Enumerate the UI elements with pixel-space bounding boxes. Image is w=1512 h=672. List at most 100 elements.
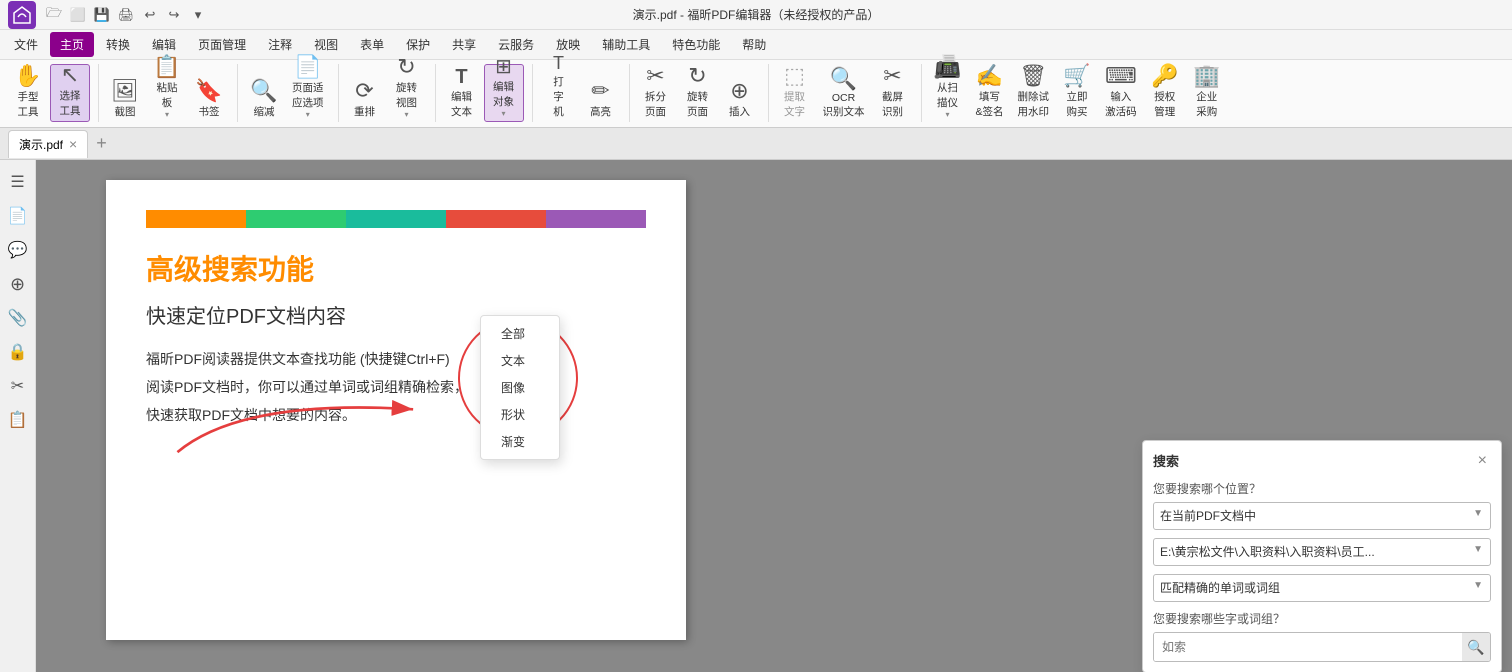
scan-icon: 📠 [934, 56, 961, 78]
edit-object-icon: ⊞ [495, 57, 512, 77]
print-btn[interactable]: 🖨 [116, 5, 136, 25]
split-page-btn[interactable]: ✂ 拆分页面 [636, 64, 676, 122]
dropdown-item-image[interactable]: 图像 [481, 374, 559, 401]
insert-btn[interactable]: ⊕ 插入 [720, 64, 760, 122]
sidebar-icon-page[interactable]: 📄 [4, 202, 32, 230]
ribbon-group-edit: T 编辑文本 ⊞ 编辑对象 ▾ [442, 64, 533, 122]
window-title: 演示.pdf - 福昕PDF编辑器（未经授权的产品） [633, 6, 880, 23]
sidebar-icon-crop[interactable]: ✂ [4, 372, 32, 400]
color-seg-2 [246, 210, 346, 228]
open-btn[interactable]: ⬜ [68, 5, 88, 25]
search-match-select[interactable]: 匹配精确的单词或词组 匹配任意单词 [1153, 574, 1491, 602]
zoom-btn[interactable]: 🔍 缩减 [244, 64, 284, 122]
hand-tool-btn[interactable]: ✋ 手型工具 [8, 64, 48, 122]
dropdown-item-shape[interactable]: 形状 [481, 401, 559, 428]
auth-btn[interactable]: 🔑 授权管理 [1145, 64, 1185, 122]
pdf-viewer: 高级搜索功能 快速定位PDF文档内容 福昕PDF阅读器提供文本查找功能 (快捷键… [36, 160, 1512, 672]
title-bar: 🗁 ⬜ 💾 🖨 ↩ ↪ ▾ 演示.pdf - 福昕PDF编辑器（未经授权的产品） [0, 0, 1512, 30]
scan-btn[interactable]: 📠 从扫描仪 ▾ [928, 64, 968, 122]
buy-btn[interactable]: 🛒 立即购买 [1057, 64, 1097, 122]
customize-btn[interactable]: ▾ [188, 5, 208, 25]
menu-file[interactable]: 文件 [4, 32, 48, 57]
ribbon: ✋ 手型工具 ↖ 选择工具 🖼 截图 📋 粘贴板 ▾ 🔖 书签 [0, 60, 1512, 128]
typewriter-btn[interactable]: T 打字机 [539, 64, 579, 122]
edit-text-btn[interactable]: T 编辑文本 [442, 64, 482, 122]
screenshot-ocr-icon: ✂ [883, 65, 901, 87]
menu-convert[interactable]: 转换 [96, 32, 140, 57]
bookmark-btn[interactable]: 🔖 书签 [189, 64, 229, 122]
color-bar [146, 210, 646, 228]
edit-text-icon: T [455, 67, 467, 87]
menu-feature[interactable]: 特色功能 [662, 32, 730, 57]
menu-help[interactable]: 帮助 [732, 32, 776, 57]
rotate-page-btn[interactable]: ↻ 旋转页面 [678, 64, 718, 122]
pdf-tab[interactable]: 演示.pdf × [8, 130, 88, 158]
menu-form[interactable]: 表单 [350, 32, 394, 57]
activate-btn[interactable]: ⌨ 输入激活码 [1099, 64, 1143, 122]
fit-page-icon: 📄 [294, 56, 321, 78]
ocr-btn[interactable]: 🔍 OCR识别文本 [817, 64, 871, 122]
reflow-btn[interactable]: ⟳ 重排 [345, 64, 385, 122]
search-input[interactable] [1154, 633, 1462, 661]
rotate-view-btn[interactable]: ↻ 旋转视图 ▾ [387, 64, 427, 122]
search-submit-icon: 🔍 [1467, 639, 1484, 656]
search-location-label: 您要搜索哪个位置？ [1153, 480, 1491, 497]
dropdown-item-all[interactable]: 全部 [481, 320, 559, 347]
menu-cloud[interactable]: 云服务 [488, 32, 544, 57]
rotate-page-icon: ↻ [688, 65, 706, 87]
search-location-select[interactable]: 在当前PDF文档中 在指定文件夹中 [1153, 502, 1491, 530]
edit-object-btn[interactable]: ⊞ 编辑对象 ▾ [484, 64, 524, 122]
extract-icon: ⬚ [784, 65, 805, 87]
color-seg-1 [146, 210, 246, 228]
app-logo [8, 1, 36, 29]
activate-icon: ⌨ [1105, 65, 1137, 87]
sidebar-icon-comment[interactable]: 💬 [4, 236, 32, 264]
sidebar-icon-layers[interactable]: ⊕ [4, 270, 32, 298]
menu-assist[interactable]: 辅助工具 [592, 32, 660, 57]
color-seg-3 [346, 210, 446, 228]
redo-btn[interactable]: ↪ [164, 5, 184, 25]
menu-home[interactable]: 主页 [50, 32, 94, 57]
left-sidebar: ☰ 📄 💬 ⊕ 📎 🔒 ✂ 📋 › [0, 160, 36, 672]
ribbon-group-zoom: 🔍 缩减 📄 页面适应选项 ▾ [244, 64, 339, 122]
select-tool-btn[interactable]: ↖ 选择工具 [50, 64, 90, 122]
tab-bar: 演示.pdf × + [0, 128, 1512, 160]
sidebar-icon-attach[interactable]: 📎 [4, 304, 32, 332]
extract-text-btn[interactable]: ⬚ 提取文字 [775, 64, 815, 122]
color-seg-4 [446, 210, 546, 228]
sidebar-icon-menu[interactable]: ☰ [4, 168, 32, 196]
search-submit-btn[interactable]: 🔍 [1462, 633, 1490, 661]
search-folder-select[interactable]: E:\黄宗松文件\入职资料\入职资料\员工... [1153, 538, 1491, 566]
zoom-icon: 🔍 [250, 80, 277, 102]
tab-close-btn[interactable]: × [69, 137, 77, 151]
search-close-btn[interactable]: × [1474, 452, 1491, 470]
sign-btn[interactable]: ✍ 填写&签名 [970, 64, 1010, 122]
menu-page-manage[interactable]: 页面管理 [188, 32, 256, 57]
tab-label: 演示.pdf [19, 136, 63, 153]
sidebar-icon-security[interactable]: 🔒 [4, 338, 32, 366]
save-btn[interactable]: 💾 [92, 5, 112, 25]
dropdown-item-text[interactable]: 文本 [481, 347, 559, 374]
screenshot-ocr-btn[interactable]: ✂ 截屏识别 [873, 64, 913, 122]
screenshot-btn[interactable]: 🖼 截图 [105, 64, 145, 122]
tab-add-btn[interactable]: + [92, 133, 111, 154]
sidebar-icon-clip[interactable]: 📋 [4, 406, 32, 434]
menu-bar: 文件 主页 转换 编辑 页面管理 注释 视图 表单 保护 共享 云服务 放映 辅… [0, 30, 1512, 60]
paste-btn[interactable]: 📋 粘贴板 ▾ [147, 64, 187, 122]
dropdown-item-gradient[interactable]: 渐变 [481, 428, 559, 455]
split-icon: ✂ [646, 65, 664, 87]
watermark-icon: 🗑 [1019, 65, 1047, 87]
menu-share[interactable]: 共享 [442, 32, 486, 57]
undo-btn[interactable]: ↩ [140, 5, 160, 25]
new-btn[interactable]: 🗁 [44, 5, 64, 25]
bookmark-icon: 🔖 [195, 80, 222, 102]
reflow-icon: ⟳ [355, 80, 373, 102]
screenshot-icon: 🖼 [111, 80, 139, 102]
fit-page-btn[interactable]: 📄 页面适应选项 ▾ [286, 64, 330, 122]
dropdown-menu: 全部 文本 图像 形状 渐变 [480, 315, 560, 460]
enterprise-btn[interactable]: 🏢 企业采购 [1187, 64, 1227, 122]
select-icon: ↖ [61, 64, 79, 86]
watermark-btn[interactable]: 🗑 删除试用水印 [1012, 64, 1056, 122]
highlight-btn[interactable]: ✏ 高亮 [581, 64, 621, 122]
hand-icon: ✋ [14, 65, 41, 87]
